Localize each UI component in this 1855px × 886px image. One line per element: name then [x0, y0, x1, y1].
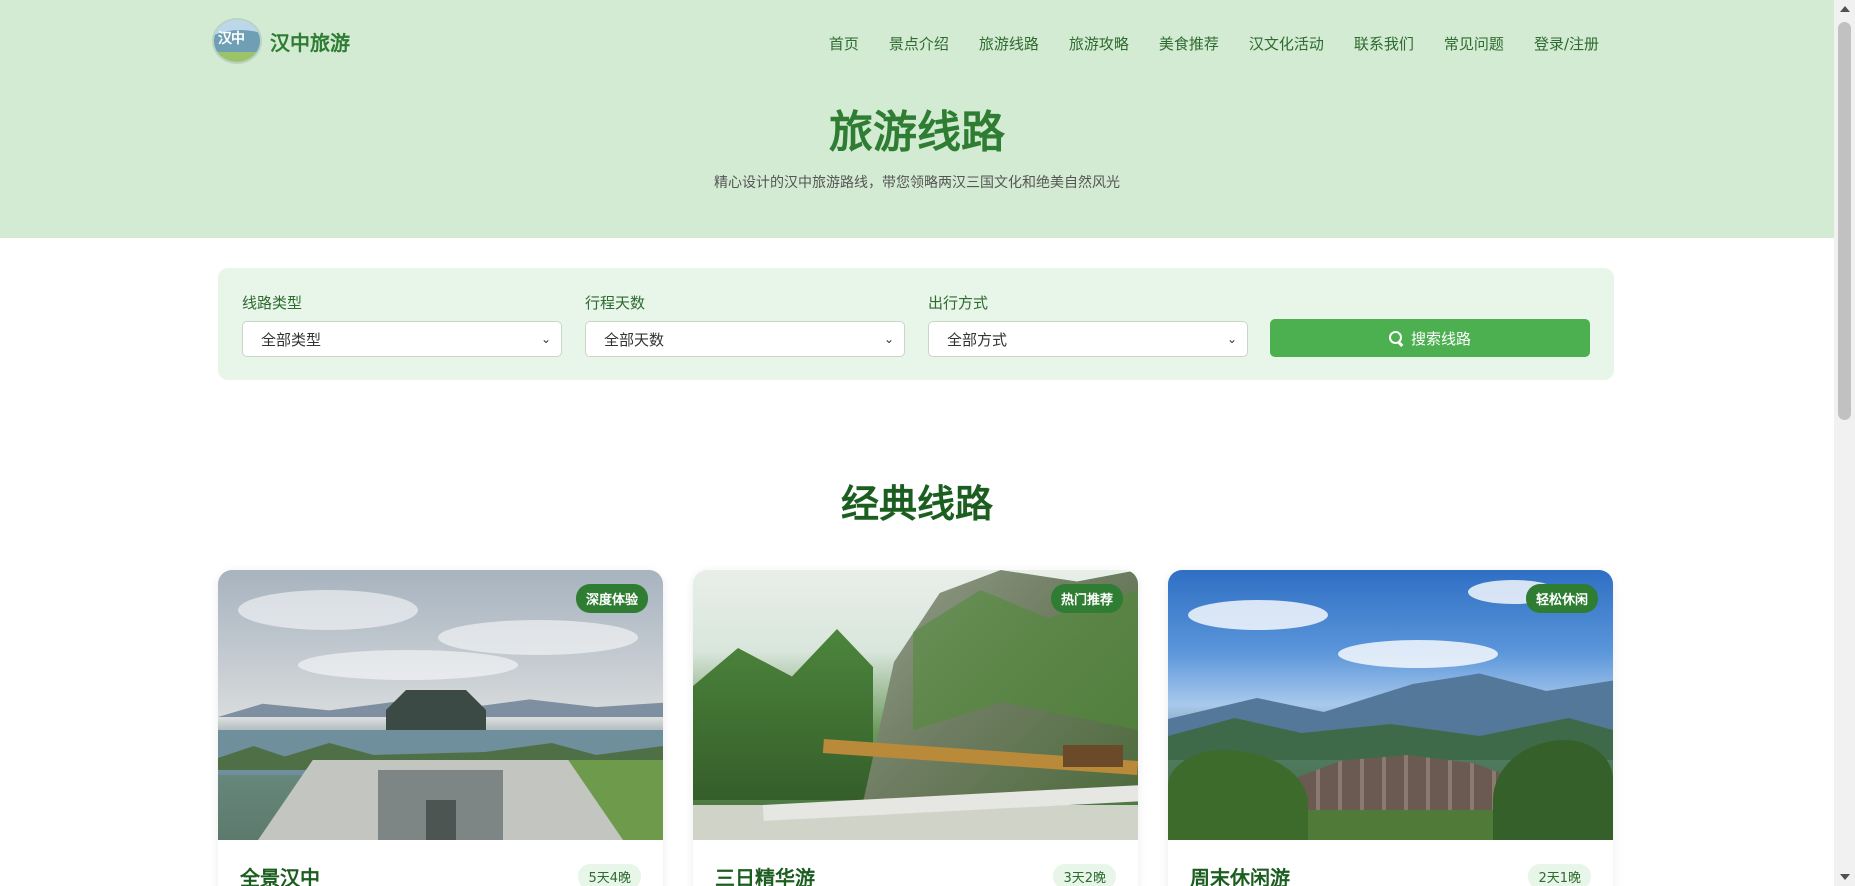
hero-header: 汉中 汉中旅游 首页 景点介绍 旅游线路 旅游攻略 美食推荐 汉文化活动 联系我… [0, 0, 1834, 238]
nav-guides[interactable]: 旅游攻略 [1069, 33, 1129, 54]
scroll-up-icon[interactable] [1840, 6, 1850, 12]
chevron-down-icon: ⌄ [540, 332, 551, 346]
page-scrollbar[interactable] [1834, 0, 1855, 886]
route-duration: 3天2晚 [1053, 864, 1116, 886]
route-card[interactable]: 深度体验 全景汉中 5天4晚 [218, 570, 663, 886]
travel-mode-value: 全部方式 [947, 330, 1008, 349]
route-title: 全景汉中 [240, 866, 320, 886]
logo-icon: 汉中 [212, 18, 262, 64]
route-type-select[interactable]: 全部类型 ⌄ [242, 321, 562, 357]
route-card[interactable]: 热门推荐 三日精华游 3天2晚 [693, 570, 1138, 886]
route-filter-panel: 线路类型 全部类型 ⌄ 行程天数 全部天数 ⌄ 出行方式 全部方式 ⌄ 搜索线路 [218, 268, 1614, 380]
logo-glyph: 汉中 [218, 31, 245, 47]
nav-han-culture[interactable]: 汉文化活动 [1249, 33, 1324, 54]
days-label: 行程天数 [585, 294, 646, 312]
page-subtitle: 精心设计的汉中旅游路线，带您领略两汉三国文化和绝美自然风光 [714, 175, 1120, 191]
days-select[interactable]: 全部天数 ⌄ [585, 321, 905, 357]
route-badge: 热门推荐 [1050, 584, 1123, 613]
days-group: 行程天数 全部天数 ⌄ [585, 292, 905, 357]
route-badge: 深度体验 [575, 584, 648, 613]
chevron-down-icon: ⌄ [883, 332, 894, 346]
route-type-group: 线路类型 全部类型 ⌄ [242, 292, 562, 357]
chevron-down-icon: ⌄ [1226, 332, 1237, 346]
route-title: 三日精华游 [715, 866, 815, 886]
route-duration: 5天4晚 [578, 864, 641, 886]
route-badge: 轻松休闲 [1525, 584, 1598, 613]
section-title: 经典线路 [840, 482, 993, 526]
travel-mode-select[interactable]: 全部方式 ⌄ [928, 321, 1248, 357]
nav-faq[interactable]: 常见问题 [1444, 33, 1504, 54]
search-routes-button[interactable]: 搜索线路 [1270, 319, 1590, 357]
nav-contact[interactable]: 联系我们 [1354, 33, 1414, 54]
scroll-down-icon[interactable] [1840, 874, 1850, 880]
nav-routes[interactable]: 旅游线路 [979, 33, 1039, 54]
route-title: 周末休闲游 [1190, 866, 1290, 886]
travel-mode-group: 出行方式 全部方式 ⌄ [928, 292, 1248, 357]
main-nav: 首页 景点介绍 旅游线路 旅游攻略 美食推荐 汉文化活动 联系我们 常见问题 登… [799, 33, 1599, 54]
route-type-label: 线路类型 [242, 294, 303, 312]
nav-home[interactable]: 首页 [829, 33, 859, 54]
days-value: 全部天数 [604, 330, 665, 349]
route-card[interactable]: 轻松休闲 周末休闲游 2天1晚 [1168, 570, 1613, 886]
brand-name: 汉中旅游 [270, 30, 350, 55]
scrollbar-thumb[interactable] [1838, 22, 1851, 420]
route-duration: 2天1晚 [1528, 864, 1591, 886]
travel-mode-label: 出行方式 [928, 294, 989, 312]
search-routes-label: 搜索线路 [1410, 329, 1471, 348]
route-type-value: 全部类型 [261, 330, 322, 349]
nav-login[interactable]: 登录/注册 [1534, 33, 1599, 54]
page-title: 旅游线路 [829, 107, 1005, 158]
nav-attractions[interactable]: 景点介绍 [889, 33, 949, 54]
brand-logo-link[interactable]: 汉中 汉中旅游 [212, 18, 350, 64]
nav-food[interactable]: 美食推荐 [1159, 33, 1219, 54]
search-icon [1388, 331, 1403, 345]
